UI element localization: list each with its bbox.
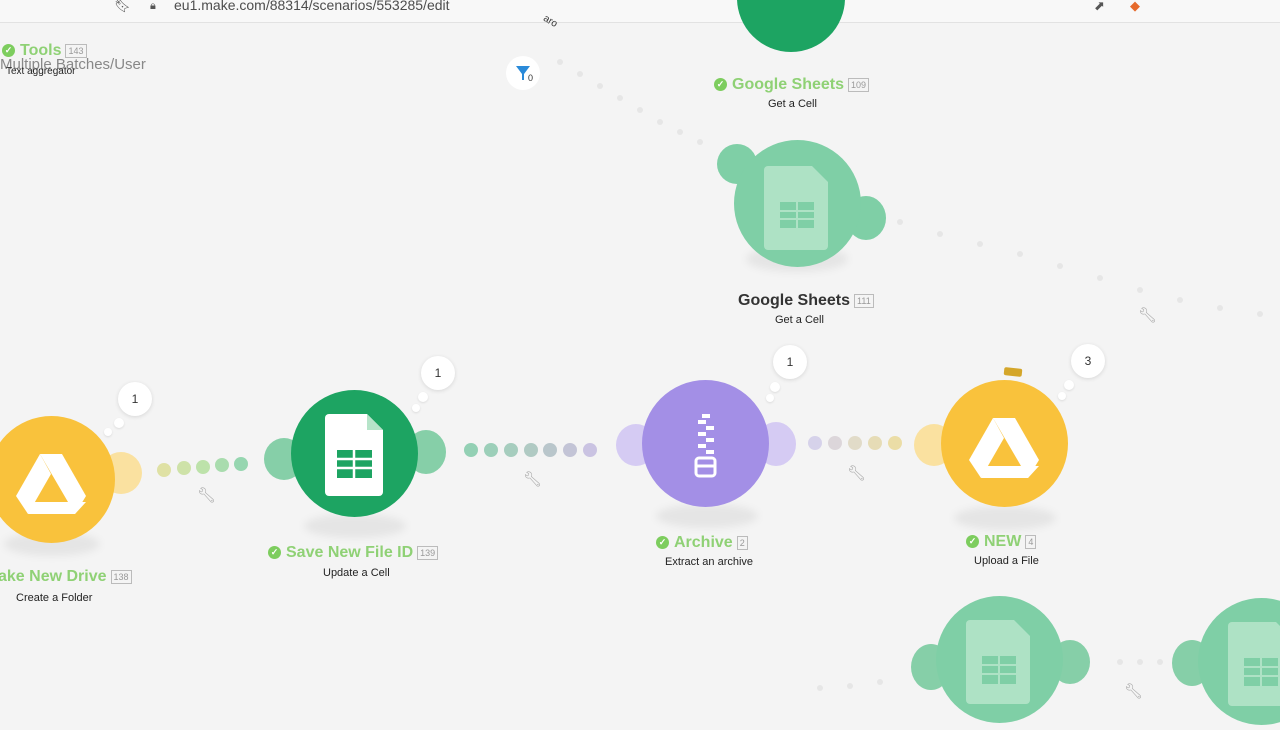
browser-address-bar: 🔖︎ 🔒︎ eu1.make.com/88314/scenarios/55328…: [0, 0, 1280, 23]
bubble-tail: [770, 382, 780, 392]
google-sheets-icon: [966, 620, 1030, 704]
save-file-module[interactable]: [291, 390, 418, 517]
tools-module-subtitle: Text aggregator: [6, 66, 76, 77]
success-check-icon: ✓: [268, 546, 281, 560]
success-check-icon: ✓: [966, 535, 979, 549]
operations-bubble[interactable]: 1: [773, 345, 807, 379]
save-file-title[interactable]: ✓ Save New File ID 139: [268, 544, 439, 562]
google-sheets-bottom-module[interactable]: [936, 596, 1063, 723]
gs-top-title[interactable]: ✓ Google Sheets 109: [714, 76, 870, 94]
share-icon[interactable]: ⬈: [1094, 0, 1105, 14]
drive-left-module[interactable]: [0, 416, 115, 543]
bubble-tail: [412, 404, 420, 412]
new-upload-title[interactable]: ✓ NEW 4: [966, 533, 1037, 551]
google-sheets-icon: [1228, 622, 1280, 706]
operations-bubble[interactable]: 3: [1071, 344, 1105, 378]
bubble-tail: [1058, 392, 1066, 400]
success-check-icon: ✓: [656, 536, 669, 550]
google-sheets-mid-module[interactable]: [734, 140, 861, 267]
google-sheets-icon: [764, 166, 828, 250]
module-shadow: [656, 504, 758, 528]
google-sheets-bottom-right-module[interactable]: [1198, 598, 1280, 725]
google-drive-icon: [969, 418, 1039, 478]
lock-icon: 🔒︎: [150, 0, 156, 12]
bubble-tail: [418, 392, 428, 402]
operations-bubble[interactable]: 1: [118, 382, 152, 416]
bubble-tail: [104, 428, 112, 436]
module-shadow: [954, 506, 1056, 530]
wrench-icon[interactable]: 🔧︎: [847, 464, 866, 482]
bubble-tail: [1064, 380, 1074, 390]
wrench-icon[interactable]: 🔧︎: [523, 470, 542, 488]
wrench-icon[interactable]: 🔧︎: [1124, 682, 1143, 700]
save-file-subtitle: Update a Cell: [323, 567, 390, 579]
gs-mid-title[interactable]: Google Sheets 111: [738, 292, 874, 310]
bubble-tail: [766, 394, 774, 402]
gs-top-subtitle: Get a Cell: [768, 98, 817, 110]
module-shadow: [304, 514, 406, 538]
archive-title[interactable]: ✓ Archive 2: [656, 534, 748, 552]
filter-icon: [516, 66, 530, 80]
wrench-icon[interactable]: 🔧︎: [197, 486, 216, 504]
google-drive-icon: [16, 454, 86, 514]
url-text[interactable]: eu1.make.com/88314/scenarios/553285/edit: [174, 0, 450, 13]
archive-module[interactable]: [642, 380, 769, 507]
operations-bubble[interactable]: 1: [421, 356, 455, 390]
archive-subtitle: Extract an archive: [665, 556, 754, 568]
new-upload-subtitle: Upload a File: [974, 555, 1039, 567]
scenario-canvas[interactable]: ✓ Tools 143 Multiple Batches/User Text agg…: [0, 0, 1280, 725]
wrench-icon[interactable]: 🔧︎: [1138, 306, 1157, 324]
success-check-icon: ✓: [714, 78, 727, 92]
google-sheets-icon: [325, 414, 383, 496]
brave-shield-icon[interactable]: ◆: [1130, 0, 1140, 14]
drive-left-subtitle: Create a Folder: [16, 592, 93, 604]
bookmark-icon[interactable]: 🔖︎: [114, 0, 131, 14]
new-upload-module[interactable]: [941, 380, 1068, 507]
drive-left-title[interactable]: ake New Drive 138: [0, 568, 132, 586]
filter-button[interactable]: 0: [506, 56, 540, 90]
gs-mid-subtitle: Get a Cell: [775, 314, 824, 326]
archive-zip-icon: [694, 414, 717, 478]
bubble-tail: [114, 418, 124, 428]
